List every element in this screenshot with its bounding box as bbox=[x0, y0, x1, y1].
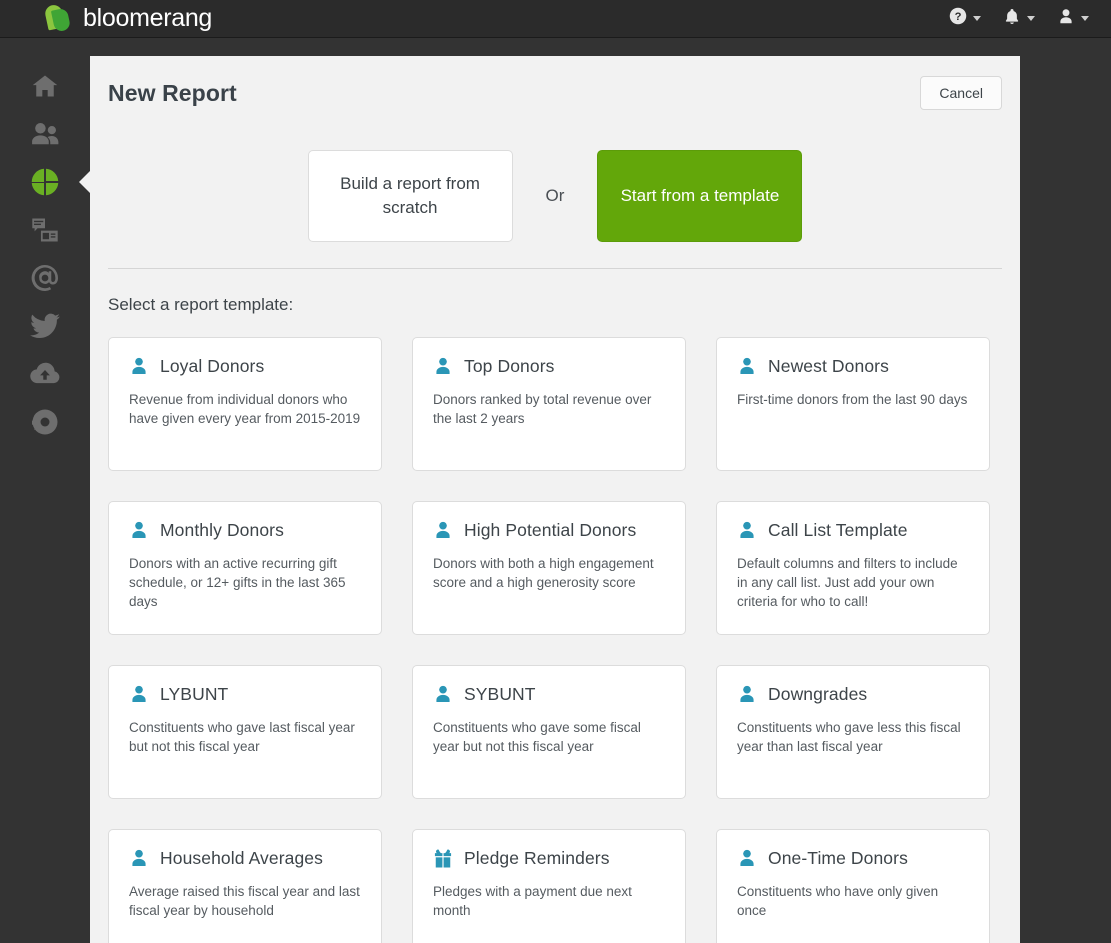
template-card[interactable]: Household Averages Average raised this fi… bbox=[108, 829, 382, 943]
template-card[interactable]: Call List Template Default columns and fi… bbox=[716, 501, 990, 635]
home-icon bbox=[30, 72, 60, 100]
at-sign-icon bbox=[30, 263, 60, 293]
sidebar-item-communications[interactable] bbox=[0, 206, 90, 254]
template-card-description: Constituents who gave some fiscal year b… bbox=[433, 720, 641, 754]
template-card-title: Household Averages bbox=[160, 848, 323, 868]
chevron-down-icon bbox=[1081, 16, 1089, 21]
template-card-grid: Loyal Donors Revenue from individual dono… bbox=[108, 337, 1002, 943]
person-icon bbox=[737, 356, 757, 377]
cloud-upload-icon bbox=[29, 362, 61, 386]
person-icon bbox=[737, 684, 757, 705]
template-card-title: One-Time Donors bbox=[768, 848, 908, 868]
section-divider bbox=[108, 268, 1002, 269]
gift-icon bbox=[433, 848, 453, 869]
sidebar-item-import[interactable] bbox=[0, 350, 90, 398]
template-card-title: Call List Template bbox=[768, 520, 908, 540]
select-template-label: Select a report template: bbox=[108, 295, 294, 314]
sidebar-item-email[interactable] bbox=[0, 254, 90, 302]
template-card[interactable]: SYBUNT Constituents who gave some fiscal … bbox=[412, 665, 686, 799]
template-card-description: Constituents who gave last fiscal year b… bbox=[129, 720, 355, 754]
template-card-title: Top Donors bbox=[464, 356, 555, 376]
template-card[interactable]: High Potential Donors Donors with both a … bbox=[412, 501, 686, 635]
report-start-choices: Build a report from scratch Or Start fro… bbox=[108, 150, 1002, 242]
template-card-description: Pledges with a payment due next month bbox=[433, 884, 632, 918]
top-navigation-bar: bloomerang ? bbox=[0, 0, 1111, 38]
template-card-description: Constituents who gave less this fiscal y… bbox=[737, 720, 961, 754]
panel-header: New Report Cancel bbox=[108, 56, 1002, 122]
template-card-title: Newest Donors bbox=[768, 356, 889, 376]
template-card[interactable]: Newest Donors First-time donors from the … bbox=[716, 337, 990, 471]
template-card-description: Donors ranked by total revenue over the … bbox=[433, 392, 652, 426]
build-from-scratch-button[interactable]: Build a report from scratch bbox=[307, 150, 513, 242]
brand-name: bloomerang bbox=[83, 4, 213, 32]
template-card-title: Loyal Donors bbox=[160, 356, 265, 376]
svg-text:?: ? bbox=[955, 11, 962, 23]
person-icon bbox=[129, 848, 149, 869]
template-card-title: Monthly Donors bbox=[160, 520, 284, 540]
cancel-button[interactable]: Cancel bbox=[920, 76, 1002, 110]
start-from-template-button[interactable]: Start from a template bbox=[597, 150, 803, 242]
sidebar-item-settings[interactable] bbox=[0, 398, 90, 446]
page-title: New Report bbox=[108, 79, 237, 106]
template-card[interactable]: Loyal Donors Revenue from individual dono… bbox=[108, 337, 382, 471]
template-card[interactable]: Top Donors Donors ranked by total revenue… bbox=[412, 337, 686, 471]
person-icon bbox=[433, 356, 453, 377]
template-card-description: Revenue from individual donors who have … bbox=[129, 392, 361, 426]
left-sidebar bbox=[0, 38, 90, 943]
sidebar-item-reports[interactable] bbox=[0, 158, 90, 206]
template-card-title: Downgrades bbox=[768, 684, 868, 704]
constituents-icon bbox=[29, 120, 61, 148]
bloomerang-leaf-logo-icon bbox=[43, 2, 73, 34]
brand-logo[interactable]: bloomerang bbox=[43, 2, 213, 34]
reports-pie-icon bbox=[30, 167, 60, 197]
or-label: Or bbox=[545, 186, 565, 205]
template-card[interactable]: Monthly Donors Donors with an active recu… bbox=[108, 501, 382, 635]
bell-icon bbox=[1003, 7, 1021, 31]
notifications-menu[interactable] bbox=[1003, 7, 1035, 31]
template-card-description: Donors with an active recurring gift sch… bbox=[129, 556, 346, 609]
template-card-description: Donors with both a high engagement score… bbox=[433, 556, 654, 590]
user-icon bbox=[1057, 7, 1075, 31]
sidebar-item-home[interactable] bbox=[0, 62, 90, 110]
template-card-title: LYBUNT bbox=[160, 684, 229, 704]
template-card[interactable]: Pledge Reminders Pledges with a payment d… bbox=[412, 829, 686, 943]
gear-icon bbox=[30, 407, 60, 437]
person-icon bbox=[129, 356, 149, 377]
template-card-description: Default columns and filters to include i… bbox=[737, 556, 958, 609]
person-icon bbox=[737, 848, 757, 869]
chevron-down-icon bbox=[973, 16, 981, 21]
template-card-title: SYBUNT bbox=[464, 684, 536, 704]
sidebar-item-social[interactable] bbox=[0, 302, 90, 350]
twitter-icon bbox=[30, 313, 60, 339]
person-icon bbox=[433, 520, 453, 541]
template-card-description: Average raised this fiscal year and last… bbox=[129, 884, 360, 918]
person-icon bbox=[129, 520, 149, 541]
account-menu[interactable] bbox=[1057, 7, 1089, 31]
person-icon bbox=[737, 520, 757, 541]
template-card[interactable]: One-Time Donors Constituents who have onl… bbox=[716, 829, 990, 943]
sidebar-item-constituents[interactable] bbox=[0, 110, 90, 158]
template-card-description: Constituents who have only given once bbox=[737, 884, 939, 918]
template-card-description: First-time donors from the last 90 days bbox=[737, 392, 968, 407]
template-card-title: High Potential Donors bbox=[464, 520, 637, 540]
content-panel: New Report Cancel Build a report from sc… bbox=[90, 56, 1020, 943]
person-icon bbox=[129, 684, 149, 705]
chevron-down-icon bbox=[1027, 16, 1035, 21]
help-menu[interactable]: ? bbox=[949, 7, 981, 30]
template-card[interactable]: Downgrades Constituents who gave less thi… bbox=[716, 665, 990, 799]
communications-icon bbox=[30, 216, 60, 244]
template-card-title: Pledge Reminders bbox=[464, 848, 610, 868]
person-icon bbox=[433, 684, 453, 705]
template-card[interactable]: LYBUNT Constituents who gave last fiscal … bbox=[108, 665, 382, 799]
help-circle-icon: ? bbox=[949, 7, 967, 30]
